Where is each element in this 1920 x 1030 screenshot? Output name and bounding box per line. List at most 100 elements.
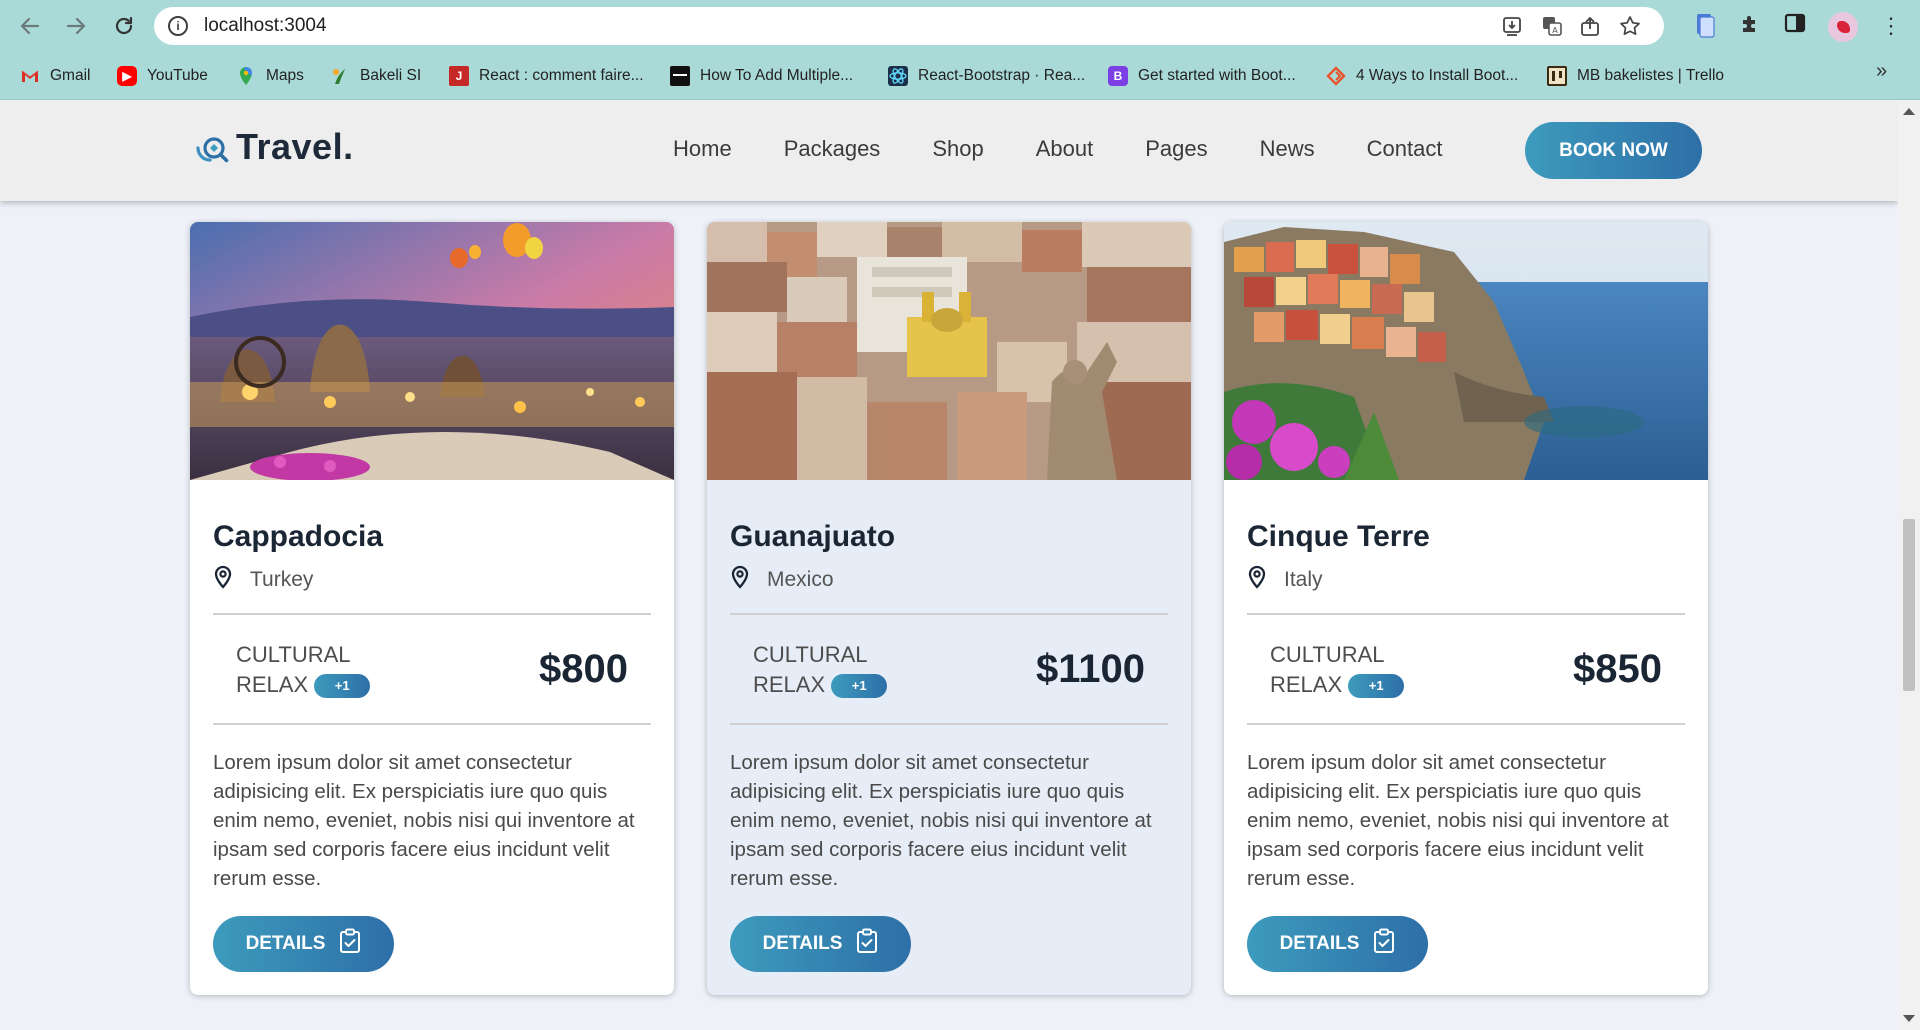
location-pin-icon — [730, 565, 750, 594]
card-description: Lorem ipsum dolor sit amet consectetur a… — [1247, 751, 1669, 890]
menu-packages[interactable]: Packages — [784, 136, 881, 162]
location-pin-icon — [1247, 565, 1267, 594]
details-button[interactable]: DETAILS — [213, 916, 394, 972]
bookmark-youtube[interactable]: ▶ YouTube — [117, 64, 208, 88]
card-location-name: Italy — [1284, 567, 1323, 591]
bookmark-bootstrap-start[interactable]: B Get started with Boot... — [1108, 64, 1296, 88]
bookmark-bakeli[interactable]: Bakeli SI — [330, 64, 421, 88]
youtube-icon: ▶ — [117, 66, 137, 86]
card-title: Guanajuato — [730, 520, 896, 553]
tag-relax-row: RELAX +1 — [236, 670, 371, 700]
details-label: DETAILS — [245, 933, 326, 954]
tag-relax: RELAX — [236, 672, 309, 697]
clipboard-check-icon — [856, 928, 878, 960]
details-button[interactable]: DETAILS — [730, 916, 911, 972]
logo-text: Travel. — [236, 126, 354, 167]
extension-doc-icon[interactable] — [1692, 12, 1718, 38]
card-photo-cappadocia — [190, 222, 674, 481]
forward-icon[interactable] — [60, 10, 92, 42]
profile-avatar[interactable] — [1828, 12, 1858, 42]
scroll-up-icon[interactable] — [1903, 108, 1915, 115]
bootstrap-icon: B — [1108, 66, 1128, 86]
extensions-puzzle-icon[interactable] — [1738, 12, 1764, 38]
card-title: Cinque Terre — [1247, 520, 1430, 553]
reload-icon[interactable] — [108, 10, 140, 42]
bookmark-react-comment[interactable]: J React : comment faire... — [449, 64, 644, 88]
bookmark-maps[interactable]: Maps — [236, 64, 304, 88]
card-price: $1100 — [1035, 647, 1145, 691]
menu-pages[interactable]: Pages — [1145, 136, 1207, 162]
maps-icon — [236, 66, 256, 86]
tag-relax-row: RELAX +1 — [753, 670, 888, 700]
main-menu: Home Packages Shop About Pages News Cont… — [673, 136, 1494, 162]
browser-menu-icon[interactable]: ⋮ — [1880, 12, 1902, 40]
card-photo-cinque-terre — [1224, 222, 1708, 480]
bookmark-star-icon[interactable] — [1618, 15, 1642, 37]
menu-contact[interactable]: Contact — [1367, 136, 1443, 162]
site-info-icon[interactable]: i — [168, 16, 188, 36]
card-description: Lorem ipsum dolor sit amet consectetur a… — [213, 751, 635, 890]
divider — [213, 723, 651, 725]
divider — [1247, 723, 1685, 725]
gmail-icon — [20, 66, 40, 86]
details-button[interactable]: DETAILS — [1247, 916, 1428, 972]
browser-toolbar: i localhost:3004 A ⋮ — [0, 0, 1920, 52]
card-location: Turkey — [213, 565, 313, 594]
destination-card-cinque-terre: Cinque Terre Italy CULTURAL RELAX +1 $850… — [1224, 222, 1708, 995]
bookmark-multiple[interactable]: How To Add Multiple... — [670, 64, 853, 88]
bookmark-trello[interactable]: MB bakelistes | Trello — [1547, 64, 1724, 88]
svg-text:A: A — [1552, 26, 1558, 35]
back-icon[interactable] — [14, 10, 46, 42]
url-text[interactable]: localhost:3004 — [204, 15, 327, 37]
site-header: Travel. Home Packages Shop About Pages N… — [0, 100, 1898, 201]
bookmarks-bar: Gmail ▶ YouTube Maps Bakeli SI J React :… — [0, 52, 1920, 100]
card-location-name: Turkey — [250, 567, 314, 591]
bookmark-gmail[interactable]: Gmail — [20, 64, 90, 88]
bookmark-react-bootstrap[interactable]: React-Bootstrap · Rea... — [888, 64, 1085, 88]
card-tags: CULTURAL RELAX +1 — [753, 640, 888, 700]
side-panel-icon[interactable] — [1782, 12, 1808, 38]
tag-relax-row: RELAX +1 — [1270, 670, 1405, 700]
card-price: $850 — [1573, 647, 1662, 691]
diamond-icon — [1326, 66, 1346, 86]
install-icon[interactable] — [1500, 15, 1524, 37]
menu-news[interactable]: News — [1260, 136, 1315, 162]
tag-relax: RELAX — [1270, 672, 1343, 697]
card-location: Mexico — [730, 565, 834, 594]
card-price: $800 — [539, 647, 628, 691]
divider — [213, 613, 651, 615]
divider — [1247, 613, 1685, 615]
divider — [730, 613, 1168, 615]
address-bar[interactable]: i localhost:3004 A — [154, 7, 1664, 45]
book-now-button[interactable]: BOOK NOW — [1525, 122, 1702, 179]
tag-cultural: CULTURAL — [753, 642, 868, 667]
more-tags-badge[interactable]: +1 — [831, 674, 888, 699]
translate-icon[interactable]: A — [1540, 15, 1564, 37]
bakeli-icon — [330, 66, 350, 86]
destination-card-cappadocia: Cappadocia Turkey CULTURAL RELAX +1 $800 … — [190, 222, 674, 995]
more-tags-badge[interactable]: +1 — [1348, 674, 1405, 699]
share-icon[interactable] — [1578, 15, 1602, 37]
page-viewport: Travel. Home Packages Shop About Pages N… — [0, 100, 1898, 1030]
trello-icon — [1547, 66, 1567, 86]
logo[interactable]: Travel. — [196, 126, 354, 168]
react-j-icon: J — [449, 66, 469, 86]
tag-cultural: CULTURAL — [1270, 642, 1385, 667]
menu-home[interactable]: Home — [673, 136, 732, 162]
card-description: Lorem ipsum dolor sit amet consectetur a… — [730, 751, 1152, 890]
card-tags: CULTURAL RELAX +1 — [1270, 640, 1405, 700]
dev-icon — [670, 66, 690, 86]
scrollbar-thumb[interactable] — [1903, 519, 1915, 691]
page-scrollbar[interactable] — [1898, 100, 1920, 1030]
bookmarks-overflow-icon[interactable]: » — [1876, 60, 1887, 83]
location-pin-icon — [213, 565, 233, 594]
scroll-down-icon[interactable] — [1903, 1015, 1915, 1022]
react-bootstrap-icon — [888, 66, 908, 86]
card-location-name: Mexico — [767, 567, 834, 591]
card-location: Italy — [1247, 565, 1323, 594]
menu-about[interactable]: About — [1036, 136, 1094, 162]
menu-shop[interactable]: Shop — [932, 136, 983, 162]
divider — [730, 723, 1168, 725]
more-tags-badge[interactable]: +1 — [314, 674, 371, 699]
bookmark-install-boot[interactable]: 4 Ways to Install Boot... — [1326, 64, 1518, 88]
